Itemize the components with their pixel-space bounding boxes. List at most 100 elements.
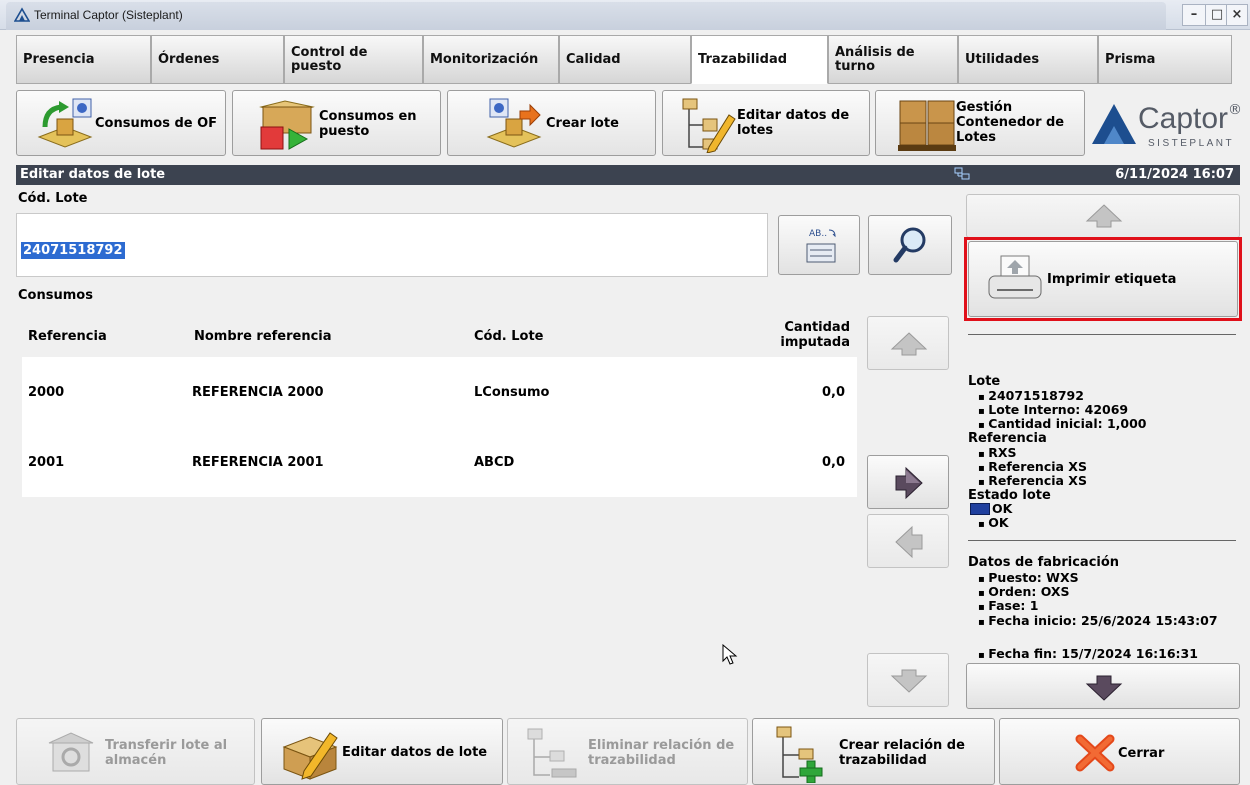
- editar-datos-de-lotes-button[interactable]: Editar datos de lotes: [662, 90, 870, 156]
- arrow-up-icon: [1085, 204, 1123, 228]
- close-icon: [1075, 734, 1115, 772]
- col-nombre-referencia: Nombre referencia: [194, 329, 332, 344]
- consumos-puesto-icon: [259, 100, 315, 150]
- arrow-down-icon: [1085, 675, 1123, 701]
- table-scroll-left-button[interactable]: [867, 514, 949, 568]
- editar-lotes-label: Editar datos de lotes: [737, 108, 850, 138]
- imprimir-etiqueta-button[interactable]: Imprimir etiqueta: [968, 241, 1238, 317]
- col-referencia: Referencia: [28, 329, 107, 344]
- cell-cod-lote: ABCD: [474, 455, 515, 470]
- captor-logo: Captor ® SISTEPLANT: [1090, 94, 1242, 156]
- editar-lotes-icon: [682, 98, 736, 153]
- divider: [968, 540, 1236, 541]
- crear-relacion-button[interactable]: Crear relación de trazabilidad: [752, 718, 995, 785]
- table-row[interactable]: 2000 REFERENCIA 2000 LConsumo 0,0: [22, 357, 857, 427]
- close-window-button[interactable]: ×: [1226, 4, 1248, 26]
- cell-referencia: 2000: [28, 385, 65, 400]
- window-title: Terminal Captor (Sisteplant): [34, 8, 183, 22]
- eliminar-relacion-button[interactable]: Eliminar relación de trazabilidad: [507, 718, 748, 785]
- search-button[interactable]: [868, 215, 952, 275]
- consumos-puesto-label: Consumos en puesto: [319, 109, 417, 139]
- cerrar-label: Cerrar: [1118, 746, 1165, 761]
- tab-utilidades[interactable]: Utilidades: [958, 35, 1098, 84]
- transferir-icon: [48, 732, 94, 772]
- editar-lote-icon: [282, 732, 338, 780]
- tab-analisis-de-turno[interactable]: Análisis de turno: [828, 35, 958, 84]
- arrow-down-icon: [890, 669, 928, 693]
- mouse-cursor-icon: [722, 644, 738, 665]
- gestion-contenedor-label: Gestión Contenedor de Lotes: [956, 100, 1065, 145]
- consumos-table: 2000 REFERENCIA 2000 LConsumo 0,0 2001 R…: [22, 357, 857, 497]
- info-fab-item: Fecha fin: 15/7/2024 16:16:31: [978, 646, 1198, 663]
- minimize-button[interactable]: –: [1182, 4, 1206, 26]
- section-header: Editar datos de lote 6/11/2024 16:07: [16, 165, 1240, 185]
- crear-lote-icon: [486, 98, 542, 148]
- cell-nombre: REFERENCIA 2001: [192, 455, 324, 470]
- eliminar-relacion-icon: [527, 728, 577, 778]
- table-scroll-down-button[interactable]: [867, 653, 949, 707]
- panel-scroll-up-button[interactable]: [966, 194, 1240, 238]
- printer-icon: [988, 255, 1042, 299]
- cell-cod-lote: LConsumo: [474, 385, 550, 400]
- table-scroll-up-button[interactable]: [867, 316, 949, 370]
- estado-color-label: OK: [992, 501, 1013, 516]
- imprimir-etiqueta-label: Imprimir etiqueta: [1047, 272, 1177, 287]
- gestion-contenedor-de-lotes-button[interactable]: Gestión Contenedor de Lotes: [875, 90, 1085, 156]
- consumos-of-icon: [37, 98, 93, 148]
- table-scroll-right-button[interactable]: [867, 455, 949, 509]
- captor-app-icon: [14, 7, 30, 22]
- table-row[interactable]: 2001 REFERENCIA 2001 ABCD 0,0: [22, 427, 857, 497]
- tab-trazabilidad[interactable]: Trazabilidad: [691, 35, 828, 84]
- cell-nombre: REFERENCIA 2000: [192, 385, 324, 400]
- captor-logo-mark: [1092, 104, 1136, 144]
- consumos-label: Consumos: [18, 288, 93, 303]
- info-lote-title: Lote: [968, 374, 1001, 389]
- captor-reg: ®: [1228, 102, 1242, 118]
- section-title: Editar datos de lote: [20, 167, 166, 182]
- panel-scroll-down-button[interactable]: [966, 663, 1240, 709]
- transferir-label: Transferir lote al almacén: [105, 738, 228, 768]
- info-ref-title: Referencia: [968, 431, 1047, 446]
- svg-text:AB..: AB..: [809, 229, 827, 239]
- arrow-left-icon: [895, 525, 923, 559]
- editar-lote-label: Editar datos de lote: [342, 745, 488, 760]
- consumos-de-of-button[interactable]: Consumos de OF: [16, 90, 226, 156]
- estado-color-swatch: [970, 503, 990, 515]
- crear-lote-label: Crear lote: [546, 116, 619, 131]
- arrow-up-icon: [890, 332, 928, 356]
- network-icon: [954, 167, 970, 180]
- keyboard-icon: AB..: [806, 229, 836, 263]
- crear-relacion-icon: [776, 726, 823, 783]
- tab-calidad[interactable]: Calidad: [559, 35, 691, 84]
- consumos-en-puesto-button[interactable]: Consumos en puesto: [232, 90, 441, 156]
- info-fab-title: Datos de fabricación: [968, 555, 1120, 570]
- crear-relacion-label: Crear relación de trazabilidad: [839, 738, 965, 768]
- tab-prisma[interactable]: Prisma: [1098, 35, 1232, 84]
- editar-datos-de-lote-button[interactable]: Editar datos de lote: [261, 718, 503, 785]
- crear-lote-button[interactable]: Crear lote: [447, 90, 656, 156]
- tab-presencia[interactable]: Presencia: [16, 35, 151, 84]
- divider: [968, 334, 1236, 335]
- cod-lote-value: 24071518792: [21, 242, 125, 259]
- cod-lote-input[interactable]: 24071518792: [16, 213, 768, 277]
- col-cantidad-imputada: Cantidad imputada: [780, 320, 850, 350]
- tab-ordenes[interactable]: Órdenes: [151, 35, 284, 84]
- cod-lote-label: Cód. Lote: [18, 191, 88, 206]
- tab-control-de-puesto[interactable]: Control de puesto: [284, 35, 423, 84]
- arrow-right-icon: [895, 466, 923, 500]
- search-icon: [893, 227, 926, 263]
- section-datetime: 6/11/2024 16:07: [1115, 167, 1234, 182]
- title-bar: Terminal Captor (Sisteplant) – □ ×: [0, 0, 1250, 30]
- transferir-lote-button[interactable]: Transferir lote al almacén: [16, 718, 255, 785]
- cell-cantidad: 0,0: [821, 455, 845, 470]
- captor-sub: SISTEPLANT: [1148, 138, 1235, 149]
- cerrar-button[interactable]: Cerrar: [999, 718, 1240, 785]
- contenedor-lotes-icon: [898, 100, 956, 151]
- captor-brand: Captor: [1138, 102, 1229, 135]
- consumos-of-label: Consumos de OF: [95, 116, 218, 131]
- info-estado-item: OK: [978, 515, 1008, 532]
- cell-referencia: 2001: [28, 455, 65, 470]
- info-fab-item: Fecha inicio: 25/6/2024 15:43:07: [978, 613, 1218, 630]
- tab-monitorizacion[interactable]: Monitorización: [423, 35, 559, 84]
- keyboard-button[interactable]: AB..: [778, 215, 860, 275]
